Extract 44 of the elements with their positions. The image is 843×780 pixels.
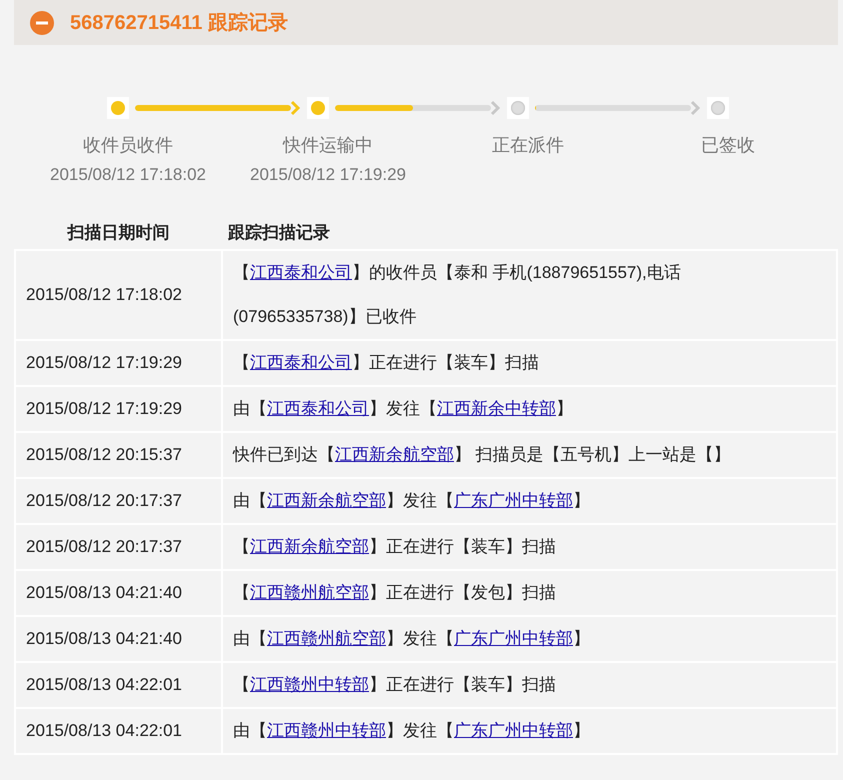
step-label: 快件运输中 <box>283 134 373 157</box>
scan-record-cell: 由【江西赣州中转部】发往【广东广州中转部】 <box>222 708 837 754</box>
scan-record-cell: 【江西泰和公司】的收件员【泰和 手机(18879651557),电话(07965335738)】已收件 <box>222 250 837 340</box>
column-header: 扫描日期时间 <box>15 215 222 250</box>
scan-time-cell: 2015/08/13 04:22:01 <box>15 708 222 754</box>
step-label: 收件员收件 <box>83 134 173 157</box>
location-link[interactable]: 江西赣州中转部 <box>267 721 386 740</box>
location-link[interactable]: 广东广州中转部 <box>454 629 573 648</box>
step-time: 2015/08/12 17:19:29 <box>250 165 406 185</box>
location-link[interactable]: 广东广州中转部 <box>454 491 573 510</box>
location-link[interactable]: 江西赣州航空部 <box>267 629 386 648</box>
column-header: 跟踪扫描记录 <box>222 215 837 250</box>
step-label: 已签收 <box>701 134 755 157</box>
location-link[interactable]: 江西泰和公司 <box>250 263 352 282</box>
scan-time-cell: 2015/08/12 20:15:37 <box>15 432 222 478</box>
scan-time-cell: 2015/08/13 04:21:40 <box>15 570 222 616</box>
location-link[interactable]: 江西新余航空部 <box>267 491 386 510</box>
collapse-icon[interactable] <box>30 10 54 34</box>
scan-time-cell: 2015/08/12 17:19:29 <box>15 386 222 432</box>
step-label: 正在派件 <box>492 134 564 157</box>
scan-time-cell: 2015/08/13 04:21:40 <box>15 616 222 662</box>
location-link[interactable]: 江西新余航空部 <box>335 445 454 464</box>
scan-time-cell: 2015/08/13 04:22:01 <box>15 662 222 708</box>
location-link[interactable]: 江西新余中转部 <box>437 399 556 418</box>
scan-record-cell: 由【江西新余航空部】发往【广东广州中转部】 <box>222 478 837 524</box>
location-link[interactable]: 江西泰和公司 <box>267 399 369 418</box>
scan-record-cell: 【江西赣州航空部】正在进行【发包】扫描 <box>222 570 837 616</box>
tracking-title: 568762715411 跟踪记录 <box>70 10 288 36</box>
location-link[interactable]: 江西新余航空部 <box>250 537 369 556</box>
scan-record-cell: 【江西新余航空部】正在进行【装车】扫描 <box>222 524 837 570</box>
scan-record-cell: 【江西泰和公司】正在进行【装车】扫描 <box>222 340 837 386</box>
step-time: 2015/08/12 17:18:02 <box>50 165 206 185</box>
scan-time-cell: 2015/08/12 20:17:37 <box>15 524 222 570</box>
location-link[interactable]: 江西泰和公司 <box>250 353 352 372</box>
scan-record-cell: 快件已到达【江西新余航空部】 扫描员是【五号机】上一站是【】 <box>222 432 837 478</box>
location-link[interactable]: 江西赣州中转部 <box>250 675 369 694</box>
location-link[interactable]: 广东广州中转部 <box>454 721 573 740</box>
location-link[interactable]: 江西赣州航空部 <box>250 583 369 602</box>
scan-record-cell: 【江西赣州中转部】正在进行【装车】扫描 <box>222 662 837 708</box>
scan-record-cell: 由【江西赣州航空部】发往【广东广州中转部】 <box>222 616 837 662</box>
scan-time-cell: 2015/08/12 17:19:29 <box>15 340 222 386</box>
scan-record-cell: 由【江西泰和公司】发往【江西新余中转部】 <box>222 386 837 432</box>
scan-time-cell: 2015/08/12 17:18:02 <box>15 250 222 340</box>
scan-time-cell: 2015/08/12 20:17:37 <box>15 478 222 524</box>
